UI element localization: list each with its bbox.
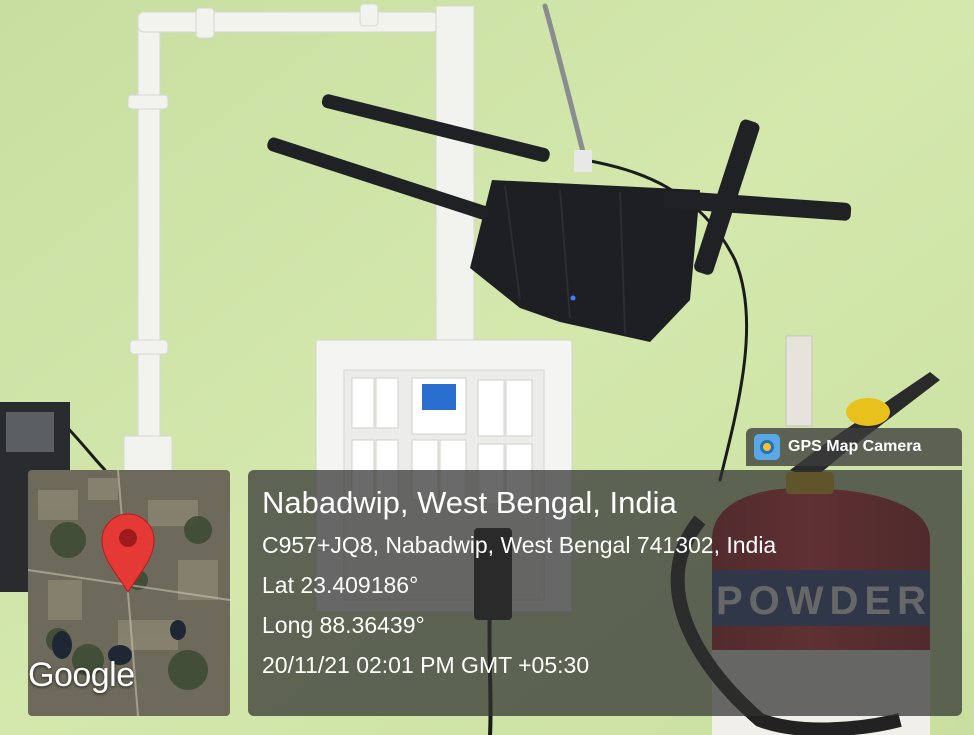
place-title: Nabadwip, West Bengal, India [262, 485, 677, 520]
camera-map-icon [754, 434, 780, 460]
app-badge: GPS Map Camera [746, 428, 962, 466]
google-logo: Google [28, 656, 135, 694]
timestamp-text: 20/11/21 02:01 PM GMT +05:30 [262, 652, 590, 678]
location-info-panel: Nabadwip, West Bengal, India C957+JQ8, N… [248, 470, 962, 716]
extinguisher-bracket [785, 335, 813, 427]
latitude-text: Lat 23.409186° [262, 572, 419, 598]
map-thumbnail: Google [28, 470, 230, 716]
address-text: C957+JQ8, Nabadwip, West Bengal 741302, … [262, 532, 777, 558]
longitude-text: Long 88.36439° [262, 612, 425, 638]
app-name: GPS Map Camera [788, 438, 922, 455]
